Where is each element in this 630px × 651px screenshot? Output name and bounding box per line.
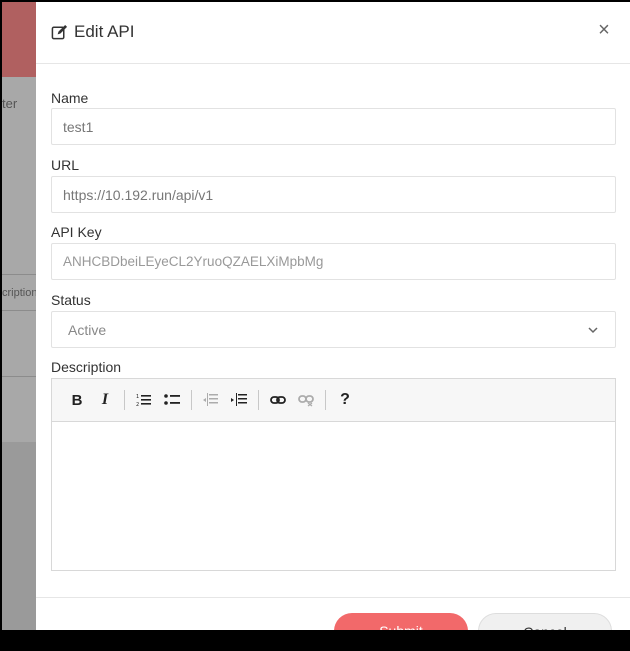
toolbar-separator [124,390,125,410]
svg-text:2: 2 [136,402,139,407]
api-key-label: API Key [51,224,102,240]
screen-frame-top [0,0,630,2]
toolbar-separator [258,390,259,410]
unordered-list-icon [164,394,180,405]
description-label: Description [51,359,122,375]
status-label: Status [51,292,91,308]
edit-api-modal: Edit API × Name test1 URL https://10.192… [36,2,630,630]
indent-icon [231,393,247,406]
help-button[interactable]: ? [334,388,356,412]
status-value: Active [68,321,107,338]
api-key-field[interactable]: ANHCBDbeiLEyeCL2YruoQZAELXiMpbMg [51,243,616,280]
description-editor-body[interactable] [52,422,615,570]
description-editor: B I 1 2 ? [51,378,616,571]
bold-button[interactable]: B [66,388,88,412]
modal-title-text: Edit API [74,22,135,41]
outdent-button[interactable] [200,388,222,412]
indent-button[interactable] [228,388,250,412]
unordered-list-button[interactable] [161,388,183,412]
submit-button[interactable]: Submit [334,613,468,630]
screen-frame-left [0,0,2,651]
name-label: Name [51,90,89,106]
screen-frame-bottom [0,630,630,651]
unlink-button[interactable] [295,388,317,412]
api-key-value: ANHCBDbeiLEyeCL2YruoQZAELXiMpbMg [63,254,324,269]
cancel-button[interactable]: Cancel [478,613,612,630]
chevron-down-icon [588,326,598,333]
background-description-header: cription [2,287,38,299]
editor-toolbar: B I 1 2 ? [52,379,615,422]
name-field[interactable]: test1 [51,108,616,145]
close-button[interactable]: × [594,20,614,40]
ordered-list-button[interactable]: 1 2 [133,388,155,412]
background-filter-text: ter [2,96,18,111]
edit-icon [51,24,68,41]
link-button[interactable] [267,388,289,412]
unlink-icon [298,395,314,407]
url-label: URL [51,157,80,173]
svg-text:1: 1 [136,394,139,400]
name-value: test1 [63,118,94,135]
url-field[interactable]: https://10.192.run/api/v1 [51,176,616,213]
url-value: https://10.192.run/api/v1 [63,186,214,203]
ordered-list-icon: 1 2 [136,394,151,407]
modal-header: Edit API × [36,2,630,64]
modal-footer-divider [36,597,630,598]
status-select[interactable]: Active [51,311,616,348]
outdent-icon [203,393,218,406]
toolbar-separator [325,390,326,410]
toolbar-separator [191,390,192,410]
modal-title: Edit API [51,22,134,42]
italic-button[interactable]: I [94,388,116,412]
link-icon [270,396,286,404]
